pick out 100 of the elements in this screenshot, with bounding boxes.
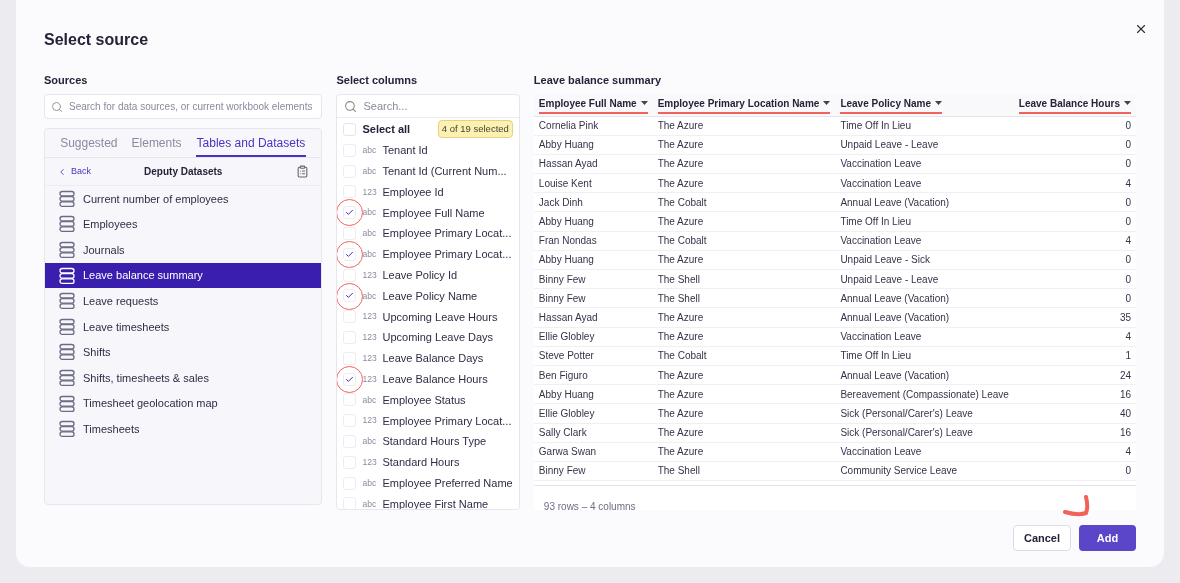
- table-cell: Cornelia Pink: [538, 120, 599, 132]
- table-cell: Time Off In Lieu: [840, 350, 911, 362]
- dataset-item[interactable]: Timesheet geolocation map: [45, 390, 322, 417]
- table-cell: 16: [1119, 388, 1131, 400]
- type-label: 123: [362, 185, 377, 199]
- back-link[interactable]: Back: [57, 164, 117, 179]
- checkbox[interactable]: [343, 372, 357, 386]
- table-cell: The Azure: [657, 311, 704, 323]
- search-input[interactable]: Search for data sources, or current workbook elements: [69, 99, 316, 114]
- type-label: abc: [362, 435, 377, 448]
- column-name: Employee First Name: [382, 496, 489, 509]
- table-cell: 4: [1125, 235, 1131, 247]
- table-cell: Ben Figuro: [538, 369, 588, 381]
- table-cell: Time Off In Lieu: [840, 216, 911, 228]
- type-label: abc: [362, 393, 377, 407]
- search-field[interactable]: Search...: [337, 95, 519, 118]
- column-name: Leave Policy Name: [382, 288, 478, 304]
- database-icon: [58, 394, 76, 413]
- checkbox[interactable]: [343, 122, 357, 136]
- dataset-item[interactable]: Timesheets: [45, 416, 322, 442]
- column-name: Standard Hours Type: [382, 434, 487, 450]
- dataset-item[interactable]: Employees: [45, 211, 322, 238]
- dataset-item[interactable]: Leave balance summary: [45, 262, 322, 289]
- checkbox[interactable]: [343, 227, 357, 241]
- checkbox[interactable]: [343, 247, 357, 261]
- database-icon: [58, 215, 76, 234]
- column-header[interactable]: Leave Balance Hours: [1018, 95, 1131, 114]
- dataset-item[interactable]: Journals: [45, 237, 322, 263]
- caret-icon: [640, 101, 648, 106]
- add-button[interactable]: Add: [1079, 525, 1136, 551]
- table-cell: Annual Leave (Vacation): [840, 369, 950, 381]
- table-cell: Abby Huang: [538, 139, 594, 151]
- table-cell: The Azure: [657, 331, 704, 343]
- table-cell: Time Off In Lieu: [840, 120, 911, 132]
- table-cell: Annual Leave (Vacation): [840, 196, 950, 208]
- table-cell: Sally Clark: [538, 427, 587, 439]
- type-label: abc: [362, 206, 377, 220]
- checkbox[interactable]: [343, 310, 357, 324]
- cancel-button[interactable]: Cancel: [1013, 525, 1071, 551]
- table-cell: The Azure: [657, 427, 704, 439]
- table-cell: Unpaid Leave - Leave: [840, 273, 939, 285]
- table-cell: Fran Nondas: [538, 235, 597, 247]
- checkbox[interactable]: [343, 268, 357, 282]
- selected-count-badge: 4 of 19 selected: [437, 119, 513, 139]
- table-cell: 0: [1125, 216, 1131, 228]
- type-label: 123: [362, 268, 377, 282]
- table-cell: Ellie Globley: [538, 331, 595, 343]
- database-icon: [58, 343, 76, 362]
- search-input[interactable]: Search...: [363, 97, 512, 115]
- type-label: abc: [362, 476, 377, 490]
- table-cell: The Azure: [657, 177, 704, 189]
- column-name: Leave Balance Days: [382, 351, 484, 367]
- chevron-left-icon: [57, 166, 67, 177]
- checkbox[interactable]: [343, 351, 357, 365]
- table-cell: Louise Kent: [538, 177, 592, 189]
- table-cell: Abby Huang: [538, 216, 594, 228]
- column-name: Employee Primary Locat...: [382, 247, 512, 263]
- table-cell: 4: [1125, 331, 1131, 343]
- table-cell: 0: [1125, 254, 1131, 266]
- check-icon: [345, 374, 355, 384]
- type-label: 123: [362, 372, 377, 386]
- table-cell: The Cobalt: [657, 350, 707, 362]
- type-label: abc: [362, 289, 377, 303]
- caret-icon: [823, 101, 831, 106]
- dataset-item[interactable]: Shifts: [45, 339, 322, 366]
- table-cell: 0: [1125, 139, 1131, 151]
- dataset-item[interactable]: Current number of employees: [45, 186, 322, 212]
- dataset-item[interactable]: Shifts, timesheets & sales: [45, 365, 322, 391]
- checkbox[interactable]: [343, 185, 357, 199]
- search-icon: [344, 99, 358, 113]
- table-cell: Abby Huang: [538, 388, 594, 400]
- column-name: Leave Balance Hours: [382, 371, 488, 387]
- table-cell: Ellie Globley: [538, 407, 595, 419]
- checkbox[interactable]: [343, 206, 357, 220]
- table-cell: Vaccination Leave: [840, 331, 922, 343]
- search-field[interactable]: Search for data sources, or current workbook elements: [44, 94, 323, 119]
- close-icon[interactable]: [1134, 22, 1148, 36]
- check-icon: [345, 249, 355, 259]
- table-cell: 1: [1125, 350, 1131, 362]
- table-cell: Bereavement (Compassionate) Leave: [840, 388, 1009, 400]
- search-icon: [51, 100, 63, 113]
- column-header[interactable]: Employee Primary Location Name: [657, 95, 831, 114]
- table-cell: Binny Few: [538, 273, 586, 285]
- tab[interactable]: Tables and Datasets: [195, 129, 307, 157]
- column-header[interactable]: Employee Full Name: [538, 95, 648, 114]
- dataset-item[interactable]: Leave timesheets: [45, 313, 322, 340]
- table-cell: Annual Leave (Vacation): [840, 292, 950, 304]
- checkbox[interactable]: [343, 289, 357, 303]
- table-cell: Garwa Swan: [538, 446, 597, 458]
- table-cell: Community Service Leave: [840, 465, 958, 477]
- column-header[interactable]: Leave Policy Name: [840, 95, 942, 114]
- checkbox[interactable]: [343, 497, 357, 509]
- dataset-item[interactable]: Leave requests: [45, 288, 322, 314]
- table-cell: Sick (Personal/Carer's) Leave: [840, 407, 973, 419]
- type-label: 123: [362, 414, 377, 428]
- table-cell: 16: [1119, 427, 1131, 439]
- type-label: abc: [362, 497, 377, 509]
- table-cell: The Shell: [657, 273, 700, 285]
- column-name: Tenant Id: [382, 143, 428, 159]
- checkbox[interactable]: [343, 393, 357, 407]
